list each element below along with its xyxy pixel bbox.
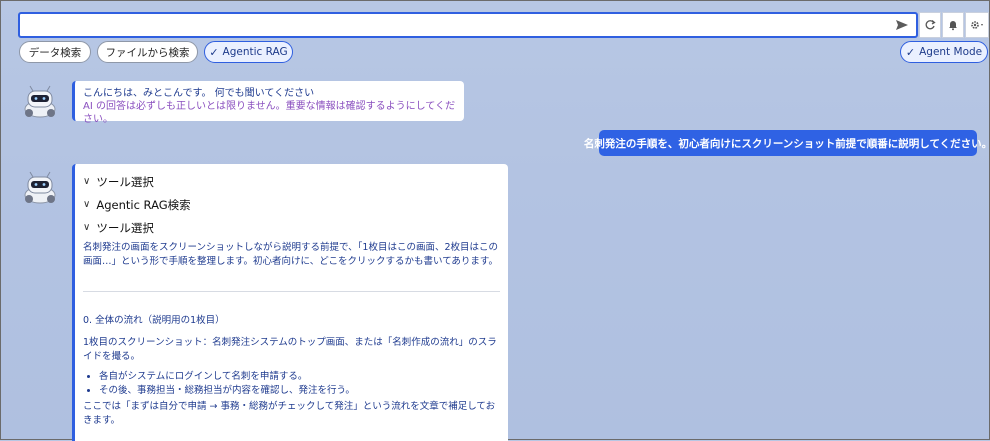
- user-message-text: 名刺発注の手順を、初心者向けにスクリーンショット前提で順番に説明してください。: [583, 137, 990, 150]
- chevron-down-icon: ∨: [83, 221, 91, 233]
- app-window: データ検索 ファイルから検索 ✓ Agentic RAG ✓ Agent Mod…: [0, 0, 990, 441]
- refresh-button[interactable]: [919, 12, 941, 38]
- answer-list: 各自がシステムにログインして名刺を申請する。 その後、事務担当・総務担当が内容を…: [83, 370, 500, 398]
- user-message-bubble: 名刺発注の手順を、初心者向けにスクリーンショット前提で順番に説明してください。: [584, 130, 990, 156]
- chevron-down-icon: ∨: [83, 198, 91, 210]
- greeting-line: こんにちは、みとこんです。 何でも聞いてください: [83, 88, 315, 99]
- check-icon: ✓: [209, 45, 219, 59]
- gear-icon: [971, 21, 983, 29]
- tool-section-toggle[interactable]: ∨ ツール選択: [83, 170, 500, 193]
- list-item: 各自がシステムにログインして名刺を申請する。: [99, 370, 500, 384]
- check-icon: ✓: [905, 45, 916, 59]
- answer-intro: 名刺発注の画面をスクリーンショットしながら説明する前提で、「1枚目はこの画面、2…: [83, 242, 498, 267]
- bot-answer-bubble: ∨ ツール選択 ∨ Agentic RAG検索 ∨ ツール選択 名刺発注の画面を…: [72, 164, 508, 441]
- list-item: その後、事務担当・総務担当が内容を確認し、発注を行う。: [99, 384, 500, 398]
- file-search-button[interactable]: ファイルから検索: [97, 41, 198, 63]
- bot-greeting-bubble: こんにちは、みとこんです。 何でも聞いてください AI の回答は必ずしも正しいと…: [72, 81, 464, 125]
- data-search-button[interactable]: データ検索: [19, 41, 91, 63]
- send-icon[interactable]: [894, 17, 910, 33]
- bell-icon: [949, 21, 957, 31]
- rag-section-toggle[interactable]: ∨ Agentic RAG検索: [83, 193, 500, 216]
- bot-avatar-icon: [24, 171, 56, 204]
- answer-heading: 0. 全体の流れ（説明用の1枚目）: [83, 315, 225, 326]
- agent-mode-toggle[interactable]: ✓ Agent Mode: [900, 41, 988, 63]
- divider: [83, 291, 500, 292]
- agentic-rag-toggle[interactable]: ✓ Agentic RAG: [204, 41, 293, 63]
- chat-input[interactable]: [18, 12, 918, 38]
- bot-avatar-icon: [24, 85, 56, 118]
- refresh-icon: [925, 19, 936, 30]
- answer-paragraph: 1枚目のスクリーンショット：名刺発注システムのトップ画面、または「名刺作成の流れ…: [83, 337, 497, 362]
- answer-summary: ここでは「まずは自分で申請 → 事務・総務がチェックして発注」という流れを文章で…: [83, 401, 496, 426]
- tool-section-toggle[interactable]: ∨ ツール選択: [83, 216, 500, 239]
- chevron-down-icon: ∨: [83, 175, 91, 187]
- settings-button[interactable]: [965, 12, 989, 38]
- notification-button[interactable]: [942, 12, 964, 38]
- disclaimer-line: AI の回答は必ずしも正しいとは限りません。重要な情報は確認するようにしてくださ…: [83, 101, 456, 125]
